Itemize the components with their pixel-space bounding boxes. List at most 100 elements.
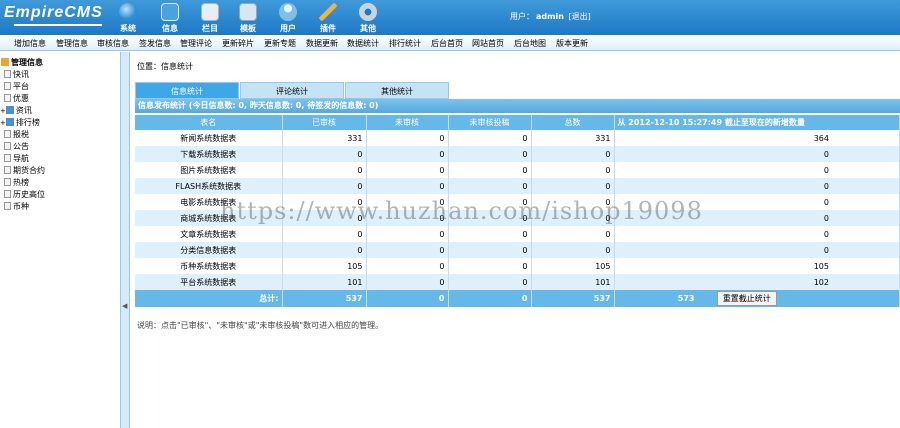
nav-info[interactable]: 信息 [150,0,190,35]
tree-item[interactable]: 平台 [4,81,29,92]
file-icon [4,202,11,210]
gear-icon [359,3,377,21]
menu-admin-home[interactable]: 后台首页 [431,38,463,49]
table-row: 平台系统数据表 101 0 0 101 102 [135,274,900,290]
approved-count[interactable]: 105 [282,258,367,274]
file-icon [4,94,11,102]
total-row: 总计: 537 0 0 537 573 重置截止统计 [135,290,900,307]
menu-add-info[interactable]: 增加信息 [14,38,46,49]
watermark: https://www.huzhan.com/ishop19098 [220,197,703,225]
nav-user[interactable]: 用户 [268,0,308,35]
approved-count[interactable]: 0 [282,226,367,242]
file-icon [4,190,11,198]
file-icon [4,178,11,186]
nav-column[interactable]: 栏目 [190,0,230,35]
file-icon [4,70,11,78]
unapproved-submission-count[interactable]: 0 [448,178,532,194]
menu-admin-map[interactable]: 后台地图 [514,38,546,49]
tools-icon [319,3,337,21]
unapproved-count[interactable]: 0 [366,226,449,242]
nav-system[interactable]: 系统 [108,0,148,35]
template-icon [239,3,257,21]
unapproved-count[interactable]: 0 [366,242,449,258]
menu-site-home[interactable]: 网站首页 [472,38,504,49]
tree-item[interactable]: 历史高位 [4,189,45,200]
table-row: 文章系统数据表 0 0 0 0 0 [135,226,900,242]
approved-count[interactable]: 0 [282,242,367,258]
menu-data-stats[interactable]: 数据统计 [347,38,379,49]
tree-item[interactable]: 快讯 [4,69,29,80]
user-info: 用户： admin [退出] [510,12,591,21]
unapproved-count[interactable]: 0 [366,178,449,194]
unapproved-submission-count[interactable]: 0 [448,162,532,178]
home-icon [1,58,9,66]
user-icon [279,3,297,21]
tab-other-stats[interactable]: 其他统计 [345,82,449,99]
unapproved-count[interactable]: 0 [366,130,449,146]
help-note: 说明：点击"已审核"、"未审核"或"未审核投稿"数可进入相应的管理。 [137,321,384,330]
folder-icon [5,118,14,126]
tree-item[interactable]: 导航 [4,153,29,164]
menu-sign-info[interactable]: 签发信息 [139,38,171,49]
approved-count[interactable]: 0 [282,146,367,162]
nav-plugin[interactable]: 插件 [308,0,348,35]
menu-update-topics[interactable]: 更新专题 [264,38,296,49]
folder-icon [5,106,14,114]
tree-item[interactable]: 优惠 [4,93,29,104]
unapproved-submission-count[interactable]: 0 [448,258,532,274]
tab-info-stats[interactable]: 信息统计 [135,82,239,99]
menu-rank-stats[interactable]: 排行统计 [389,38,421,49]
file-icon [4,130,11,138]
tree-item[interactable]: + 排行榜 [0,117,40,128]
approved-count[interactable]: 101 [282,274,367,290]
folder-open-icon [201,3,219,21]
table-header: 表名 已审核 未审核 未审核投稿 总数 从 2012-12-10 15:27:4… [135,115,900,130]
logout-link[interactable]: [退出] [568,12,590,21]
unapproved-submission-count[interactable]: 0 [448,226,532,242]
unapproved-submission-count[interactable]: 0 [448,242,532,258]
menu-data-update[interactable]: 数据更新 [306,38,338,49]
unapproved-count[interactable]: 0 [366,258,449,274]
tree-item[interactable]: + 资讯 [0,105,32,116]
menu-review-info[interactable]: 审核信息 [97,38,129,49]
menu-bar: 增加信息 管理信息 审核信息 签发信息 管理评论 更新碎片 更新专题 数据更新 … [0,35,900,51]
logo[interactable]: EmpireCMS [4,4,103,26]
menu-manage-info[interactable]: 管理信息 [56,38,88,49]
tree-item[interactable]: 公告 [4,141,29,152]
table-row: 图片系统数据表 0 0 0 0 0 [135,162,900,178]
top-header: EmpireCMS 系统 信息 栏目 模板 用户 插件 其他 用户： admin … [0,0,900,35]
table-row: 币种系统数据表 105 0 0 105 105 [135,258,900,274]
tree-item[interactable]: 期货合约 [4,165,45,176]
folder-icon [161,3,179,21]
sidebar-tree: 管理信息 快讯 平台 优惠 + 资讯 + 排行榜 报税 公告 导航 期货合约 热榜 … [0,52,120,428]
collapse-arrow-icon[interactable]: ◀ [122,302,127,310]
sidebar-splitter[interactable]: ◀ [120,52,130,428]
file-icon [4,166,11,174]
table-row: 分类信息数据表 0 0 0 0 0 [135,242,900,258]
menu-update-fragments[interactable]: 更新碎片 [222,38,254,49]
menu-manage-comments[interactable]: 管理评论 [180,38,212,49]
unapproved-count[interactable]: 0 [366,274,449,290]
nav-template[interactable]: 模板 [228,0,268,35]
unapproved-submission-count[interactable]: 0 [448,146,532,162]
tree-item[interactable]: 热榜 [4,177,29,188]
table-row: 下载系统数据表 0 0 0 0 0 [135,146,900,162]
main-content: 位置：信息统计 信息统计 评论统计 其他统计 信息发布统计 (今日信息数: 0,… [130,52,900,428]
unapproved-count[interactable]: 0 [366,162,449,178]
tree-item[interactable]: 报税 [4,129,29,140]
table-row: 新闻系统数据表 331 0 0 331 364 [135,130,900,146]
unapproved-count[interactable]: 0 [366,146,449,162]
globe-icon [119,3,137,21]
tree-root[interactable]: 管理信息 [1,57,43,68]
menu-version-update[interactable]: 版本更新 [556,38,588,49]
file-icon [4,82,11,90]
tree-item[interactable]: 币种 [4,201,29,212]
nav-other[interactable]: 其他 [348,0,388,35]
tab-comment-stats[interactable]: 评论统计 [240,82,344,99]
approved-count[interactable]: 331 [282,130,367,146]
approved-count[interactable]: 0 [282,162,367,178]
approved-count[interactable]: 0 [282,178,367,194]
reset-stats-button[interactable]: 重置截止统计 [716,291,777,306]
unapproved-submission-count[interactable]: 0 [448,274,532,290]
unapproved-submission-count[interactable]: 0 [448,130,532,146]
